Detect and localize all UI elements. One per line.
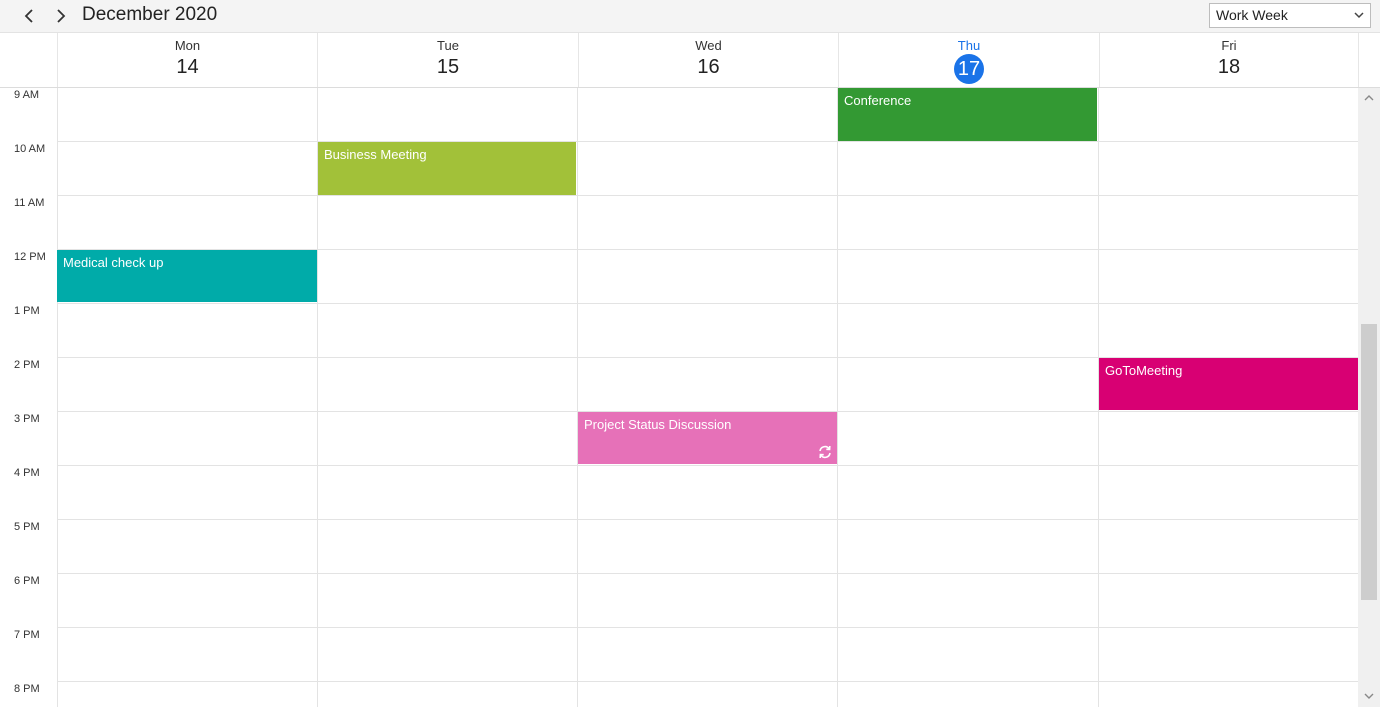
view-select-value: Work Week xyxy=(1216,7,1288,23)
day-header-wed[interactable]: Wed 16 xyxy=(578,33,838,87)
day-column-divider xyxy=(577,88,578,707)
event-conference[interactable]: Conference xyxy=(838,88,1097,141)
day-name: Mon xyxy=(174,38,201,53)
scrollbar-thumb[interactable] xyxy=(1361,324,1377,600)
event-title: Business Meeting xyxy=(324,147,427,162)
day-header-mon[interactable]: Mon 14 xyxy=(57,33,317,87)
event-title: GoToMeeting xyxy=(1105,363,1183,378)
chevron-down-icon xyxy=(1354,12,1364,19)
time-label: 2 PM xyxy=(14,359,40,371)
hour-line xyxy=(57,195,1358,196)
vertical-scrollbar[interactable] xyxy=(1358,88,1380,707)
time-label: 12 PM xyxy=(14,251,46,263)
calendar-toolbar: December 2020 Work Week xyxy=(0,0,1380,33)
day-number: 14 xyxy=(176,56,199,78)
hour-line xyxy=(57,627,1358,628)
time-label: 5 PM xyxy=(14,521,40,533)
day-column-divider xyxy=(837,88,838,707)
view-select[interactable]: Work Week xyxy=(1209,3,1371,28)
event-title: Medical check up xyxy=(63,255,164,270)
previous-button[interactable] xyxy=(17,4,41,28)
hour-line xyxy=(57,465,1358,466)
time-label: 9 AM xyxy=(14,89,40,101)
day-name: Thu xyxy=(957,38,981,53)
time-label: 10 AM xyxy=(14,143,46,155)
day-name: Tue xyxy=(437,38,459,53)
time-grid[interactable]: 9 AM 10 AM 11 AM 12 PM 1 PM 2 PM 3 PM 4 … xyxy=(0,88,1358,707)
event-gotomeeting[interactable]: GoToMeeting xyxy=(1099,358,1358,410)
event-medical-check-up[interactable]: Medical check up xyxy=(57,250,317,302)
scroll-up-icon[interactable] xyxy=(1363,93,1375,103)
day-header-fri[interactable]: Fri 18 xyxy=(1099,33,1359,87)
chevron-right-icon xyxy=(57,9,66,23)
event-title: Project Status Discussion xyxy=(584,417,732,432)
event-business-meeting[interactable]: Business Meeting xyxy=(318,142,576,195)
day-name: Wed xyxy=(695,38,722,53)
event-project-status-discussion[interactable]: Project Status Discussion xyxy=(578,412,837,464)
time-label: 4 PM xyxy=(14,467,40,479)
event-title: Conference xyxy=(844,93,912,108)
day-number: 16 xyxy=(697,56,720,78)
hour-line xyxy=(57,519,1358,520)
scroll-down-icon[interactable] xyxy=(1363,691,1375,701)
next-button[interactable] xyxy=(49,4,73,28)
day-column-divider xyxy=(57,88,58,707)
recurrence-icon xyxy=(819,445,831,459)
month-title[interactable]: December 2020 xyxy=(82,3,217,27)
hour-line xyxy=(57,573,1358,574)
hour-line xyxy=(57,303,1358,304)
time-label: 3 PM xyxy=(14,413,40,425)
day-header-row: Mon 14 Tue 15 Wed 16 Thu 17 Fri 18 xyxy=(0,33,1380,88)
day-name: Fri xyxy=(1221,38,1237,53)
hour-line xyxy=(57,141,1358,142)
day-header-thu-today[interactable]: Thu 17 xyxy=(838,33,1099,87)
time-label: 6 PM xyxy=(14,575,40,587)
time-label: 1 PM xyxy=(14,305,40,317)
time-label: 7 PM xyxy=(14,629,40,641)
chevron-left-icon xyxy=(24,9,33,23)
hour-line xyxy=(57,681,1358,682)
day-number: 15 xyxy=(436,56,460,78)
day-number: 18 xyxy=(1217,56,1241,78)
today-date-badge: 17 xyxy=(954,54,984,84)
time-label: 11 AM xyxy=(14,197,45,209)
time-label: 8 PM xyxy=(14,683,40,695)
day-header-tue[interactable]: Tue 15 xyxy=(317,33,578,87)
